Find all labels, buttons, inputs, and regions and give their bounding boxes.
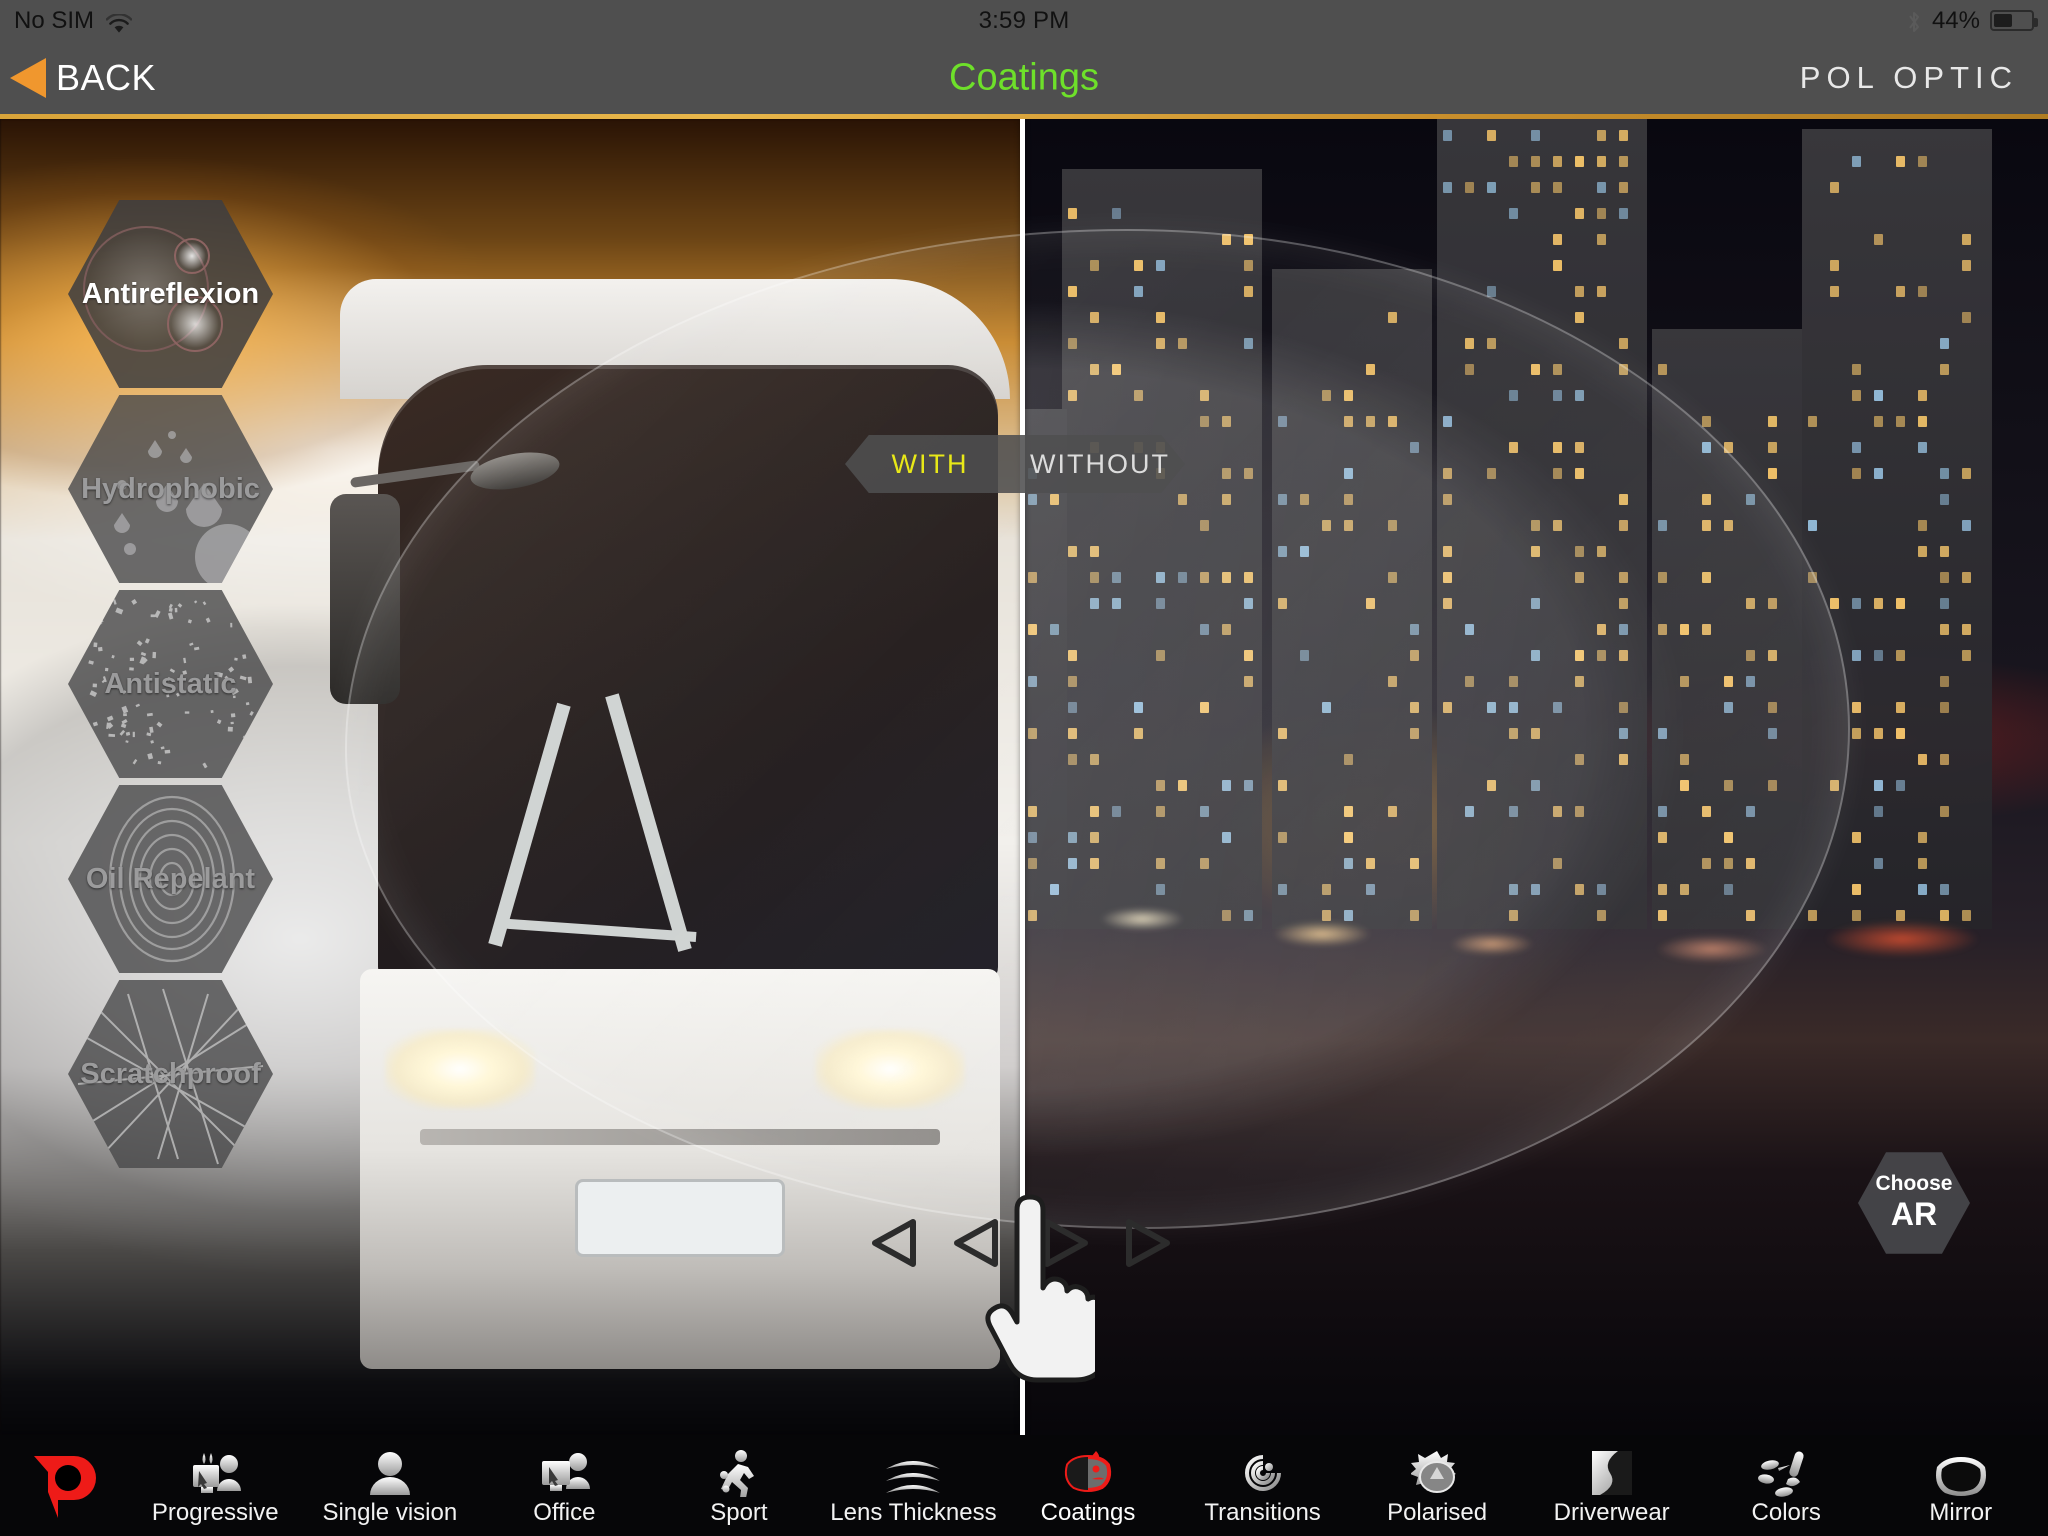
toggle-with[interactable]: WITH — [845, 435, 1015, 493]
running-person-icon — [716, 1447, 762, 1497]
nav-item-driverwear[interactable]: Driverwear — [1524, 1435, 1699, 1536]
toggle-without[interactable]: WITHOUT — [1015, 435, 1185, 493]
nav-item-colors[interactable]: Colors — [1699, 1435, 1874, 1536]
brand-logo-text: POL OPTIC — [1799, 59, 2018, 95]
page-title: Coatings — [949, 56, 1099, 98]
bluetooth-icon — [1906, 9, 1922, 33]
triangle-left-icon — [872, 1219, 916, 1267]
app-header: BACK Coatings POL OPTIC — [0, 41, 2048, 114]
progressive-lens-icon — [187, 1447, 243, 1497]
comparison-drag-handle[interactable] — [855, 1194, 1185, 1414]
bottom-navigation: Progressive Single vision Office Sport Lens … — [0, 1435, 2048, 1536]
mirror-lens-icon — [1933, 1447, 1989, 1497]
coating-option-label: Antireflexion — [81, 277, 260, 310]
coating-option-label: Scratchproof — [80, 1057, 261, 1090]
pointing-hand-icon — [985, 1194, 1095, 1383]
coating-option-label: Oil Repelant — [85, 862, 256, 895]
battery-percent-label: 44% — [1931, 6, 1980, 34]
nav-item-lens-thickness[interactable]: Lens Thickness — [826, 1435, 1001, 1536]
nav-item-label: Progressive — [151, 1498, 279, 1526]
pol-optic-p-logo[interactable] — [0, 1448, 128, 1524]
app-root: No SIM 3:59 PM 44% BACK Coatings POL OPT… — [0, 0, 2048, 1536]
status-bar-clock: 3:59 PM — [978, 6, 1070, 34]
choose-ar-line1: Choose — [1875, 1171, 1953, 1195]
office-screen-icon — [536, 1447, 592, 1497]
battery-icon — [1990, 10, 2038, 31]
coating-option-hydrophobic[interactable]: Hydrophobic — [68, 389, 273, 589]
nav-item-label: Mirror — [1929, 1498, 1993, 1526]
nav-item-label: Transitions — [1204, 1498, 1321, 1526]
coating-option-oil-repelant[interactable]: Oil Repelant — [68, 779, 273, 979]
with-without-toggle[interactable]: WITH WITHOUT — [845, 435, 1185, 493]
nav-item-label: Office — [533, 1498, 596, 1526]
nav-item-progressive[interactable]: Progressive — [128, 1435, 303, 1536]
coating-option-label: Antistatic — [104, 667, 237, 700]
nav-item-single-vision[interactable]: Single vision — [303, 1435, 478, 1536]
nav-item-label: Coatings — [1040, 1498, 1136, 1526]
coating-option-antistatic[interactable]: Antistatic — [68, 584, 273, 784]
nav-item-label: Polarised — [1387, 1498, 1488, 1526]
nav-item-transitions[interactable]: Transitions — [1175, 1435, 1350, 1536]
nav-item-label: Driverwear — [1553, 1498, 1670, 1526]
nav-item-label: Single vision — [322, 1498, 458, 1526]
coating-option-label: Hydrophobic — [81, 472, 260, 505]
nav-item-label: Sport — [710, 1498, 768, 1526]
lens-layers-icon — [882, 1447, 944, 1497]
status-bar-right: 44% — [1906, 6, 2038, 35]
street-traffic-lights — [1022, 839, 2048, 1039]
single-person-icon — [366, 1447, 414, 1497]
nav-item-mirror[interactable]: Mirror — [1873, 1435, 2048, 1536]
triangle-right-icon — [1126, 1219, 1170, 1267]
bottom-nav-items: Progressive Single vision Office Sport Lens … — [128, 1435, 2048, 1536]
nav-item-label: Colors — [1751, 1498, 1821, 1526]
paintbrush-icon — [1758, 1447, 1814, 1497]
nav-item-sport[interactable]: Sport — [652, 1435, 827, 1536]
coating-options-list: Antireflexion Hydrophobic Antistatic Oil Re… — [68, 194, 273, 1169]
spiral-icon — [1239, 1447, 1287, 1497]
nav-item-label: Lens Thickness — [830, 1498, 997, 1526]
nav-item-polarised[interactable]: Polarised — [1350, 1435, 1525, 1536]
coating-option-scratchproof[interactable]: Scratchproof — [68, 974, 273, 1174]
coating-option-antireflexion[interactable]: Antireflexion — [68, 194, 273, 394]
coated-lens-icon — [1060, 1447, 1116, 1497]
road-curve-icon — [1586, 1447, 1638, 1497]
comparison-stage: Antireflexion Hydrophobic Antistatic Oil Re… — [0, 119, 2048, 1435]
sun-lens-icon — [1411, 1447, 1463, 1497]
nav-item-office[interactable]: Office — [477, 1435, 652, 1536]
nav-item-coatings[interactable]: Coatings — [1001, 1435, 1176, 1536]
choose-ar-line2: AR — [1890, 1195, 1938, 1232]
header-divider — [0, 114, 2048, 119]
choose-ar-button[interactable]: Choose AR — [1858, 1149, 1970, 1257]
status-bar: No SIM 3:59 PM 44% — [0, 0, 2048, 41]
